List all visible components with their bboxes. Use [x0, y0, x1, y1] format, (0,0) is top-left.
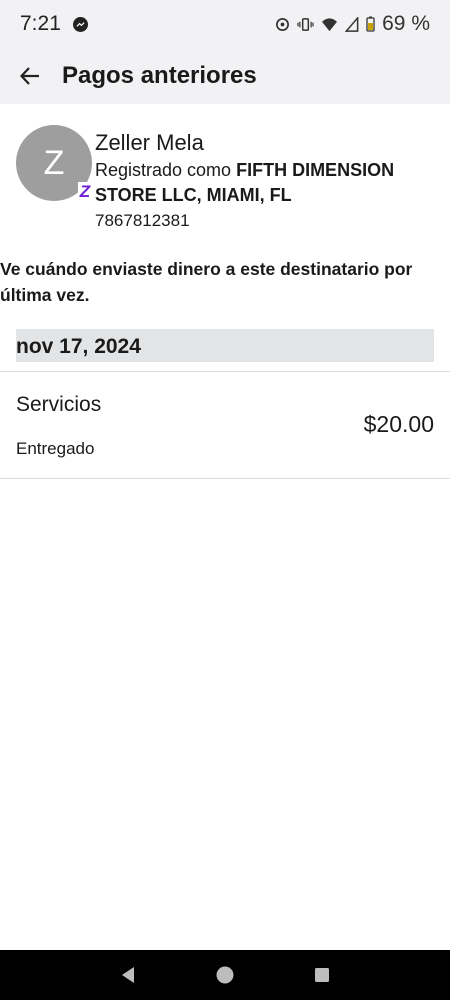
app-bar: Pagos anteriores — [0, 48, 450, 104]
nav-back-button[interactable] — [108, 955, 148, 995]
date-header: nov 17, 2024 — [16, 329, 434, 362]
divider — [0, 478, 450, 479]
payment-status: Entregado — [16, 439, 95, 458]
status-time: 7:21 — [20, 12, 61, 35]
circle-home-icon — [216, 966, 234, 984]
triangle-back-icon — [122, 967, 135, 983]
payment-amount: $20.00 — [363, 411, 434, 437]
recipient-name: Zeller Mela — [95, 130, 204, 155]
payment-label: Servicios — [16, 393, 102, 416]
battery-percent: 69 % — [382, 12, 430, 35]
page-title: Pagos anteriores — [62, 62, 257, 89]
status-bar: 7:21 69 % — [0, 0, 450, 48]
registered-prefix: Registrado como — [95, 160, 237, 180]
signal-icon — [345, 16, 359, 32]
square-recents-icon — [314, 968, 329, 982]
wifi-icon — [322, 17, 338, 31]
back-button[interactable] — [0, 48, 60, 104]
recipient-info: Zeller Mela Registrado como FIFTH DIMENS… — [95, 130, 425, 233]
arrow-left-icon — [20, 67, 39, 85]
vibrate-icon — [297, 17, 314, 31]
registered-as: Registrado como FIFTH DIMENSION STORE LL… — [95, 158, 425, 208]
zelle-icon: Z — [78, 182, 92, 202]
battery-icon — [366, 16, 375, 32]
messenger-icon — [72, 16, 88, 32]
status-icons: 69 % — [275, 12, 430, 36]
payment-row[interactable]: Servicios Entregado $20.00 — [0, 372, 450, 478]
location-icon — [276, 17, 290, 31]
nav-home-button[interactable] — [205, 955, 245, 995]
nav-recents-button[interactable] — [302, 955, 342, 995]
system-nav-bar — [0, 950, 450, 1000]
description-text: Ve cuándo enviaste dinero a este destina… — [0, 259, 413, 305]
recipient-phone: 7867812381 — [95, 211, 190, 230]
